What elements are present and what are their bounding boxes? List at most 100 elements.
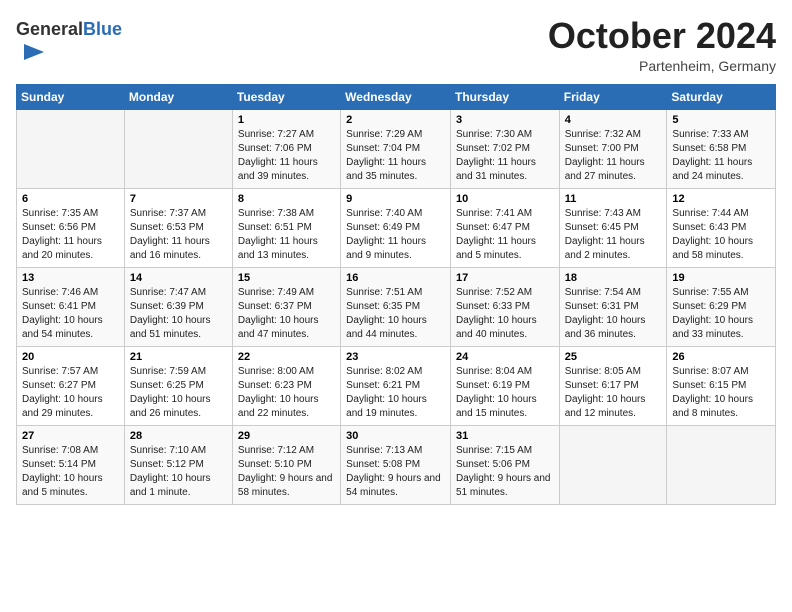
cell-day-number: 13	[22, 272, 119, 284]
cell-day-number: 5	[672, 114, 770, 126]
calendar-cell: 28 Sunrise: 7:10 AMSunset: 5:12 PMDayligh…	[124, 425, 232, 504]
cell-info: Sunrise: 7:15 AMSunset: 5:06 PMDaylight:…	[456, 444, 554, 500]
cell-info: Sunrise: 7:49 AMSunset: 6:37 PMDaylight:…	[238, 286, 335, 342]
cell-info: Sunrise: 7:37 AMSunset: 6:53 PMDaylight:…	[130, 207, 227, 263]
cell-day-number: 3	[456, 114, 554, 126]
logo-blue-text: Blue	[83, 19, 122, 39]
cell-day-number: 7	[130, 193, 227, 205]
cell-day-number: 28	[130, 430, 227, 442]
cell-info: Sunrise: 7:30 AMSunset: 7:02 PMDaylight:…	[456, 128, 554, 184]
cell-day-number: 14	[130, 272, 227, 284]
cell-info: Sunrise: 7:32 AMSunset: 7:00 PMDaylight:…	[565, 128, 662, 184]
title-block: October 2024 Partenheim, Germany	[548, 16, 776, 74]
cell-info: Sunrise: 7:54 AMSunset: 6:31 PMDaylight:…	[565, 286, 662, 342]
cell-info: Sunrise: 7:51 AMSunset: 6:35 PMDaylight:…	[346, 286, 445, 342]
cell-day-number: 9	[346, 193, 445, 205]
logo: GeneralBlue	[16, 20, 122, 73]
weekday-header: Monday	[124, 84, 232, 109]
cell-info: Sunrise: 7:33 AMSunset: 6:58 PMDaylight:…	[672, 128, 770, 184]
cell-info: Sunrise: 7:52 AMSunset: 6:33 PMDaylight:…	[456, 286, 554, 342]
cell-day-number: 20	[22, 351, 119, 363]
calendar-header-row: SundayMondayTuesdayWednesdayThursdayFrid…	[17, 84, 776, 109]
location-text: Partenheim, Germany	[548, 58, 776, 74]
cell-info: Sunrise: 7:38 AMSunset: 6:51 PMDaylight:…	[238, 207, 335, 263]
cell-info: Sunrise: 7:44 AMSunset: 6:43 PMDaylight:…	[672, 207, 770, 263]
weekday-header: Sunday	[17, 84, 125, 109]
cell-day-number: 21	[130, 351, 227, 363]
cell-info: Sunrise: 7:40 AMSunset: 6:49 PMDaylight:…	[346, 207, 445, 263]
cell-day-number: 16	[346, 272, 445, 284]
cell-day-number: 4	[565, 114, 662, 126]
calendar-cell: 30 Sunrise: 7:13 AMSunset: 5:08 PMDayligh…	[341, 425, 451, 504]
cell-day-number: 25	[565, 351, 662, 363]
cell-day-number: 2	[346, 114, 445, 126]
calendar-cell: 21 Sunrise: 7:59 AMSunset: 6:25 PMDayligh…	[124, 346, 232, 425]
calendar-cell: 1 Sunrise: 7:27 AMSunset: 7:06 PMDaylight…	[232, 109, 340, 188]
calendar-cell	[17, 109, 125, 188]
calendar-cell: 16 Sunrise: 7:51 AMSunset: 6:35 PMDayligh…	[341, 267, 451, 346]
calendar-cell: 24 Sunrise: 8:04 AMSunset: 6:19 PMDayligh…	[450, 346, 559, 425]
cell-info: Sunrise: 7:47 AMSunset: 6:39 PMDaylight:…	[130, 286, 227, 342]
cell-info: Sunrise: 8:07 AMSunset: 6:15 PMDaylight:…	[672, 365, 770, 421]
calendar-cell: 4 Sunrise: 7:32 AMSunset: 7:00 PMDaylight…	[559, 109, 667, 188]
calendar-cell: 26 Sunrise: 8:07 AMSunset: 6:15 PMDayligh…	[667, 346, 776, 425]
cell-info: Sunrise: 7:55 AMSunset: 6:29 PMDaylight:…	[672, 286, 770, 342]
calendar-cell: 22 Sunrise: 8:00 AMSunset: 6:23 PMDayligh…	[232, 346, 340, 425]
cell-day-number: 12	[672, 193, 770, 205]
calendar-cell: 19 Sunrise: 7:55 AMSunset: 6:29 PMDayligh…	[667, 267, 776, 346]
calendar-table: SundayMondayTuesdayWednesdayThursdayFrid…	[16, 84, 776, 505]
cell-info: Sunrise: 8:00 AMSunset: 6:23 PMDaylight:…	[238, 365, 335, 421]
cell-day-number: 30	[346, 430, 445, 442]
cell-day-number: 18	[565, 272, 662, 284]
calendar-cell: 18 Sunrise: 7:54 AMSunset: 6:31 PMDayligh…	[559, 267, 667, 346]
cell-day-number: 27	[22, 430, 119, 442]
calendar-cell: 12 Sunrise: 7:44 AMSunset: 6:43 PMDayligh…	[667, 188, 776, 267]
cell-info: Sunrise: 7:27 AMSunset: 7:06 PMDaylight:…	[238, 128, 335, 184]
calendar-cell	[124, 109, 232, 188]
calendar-cell: 13Sunrise: 7:46 AMSunset: 6:41 PMDayligh…	[17, 267, 125, 346]
cell-info: Sunrise: 7:57 AMSunset: 6:27 PMDaylight:…	[22, 365, 119, 421]
calendar-cell	[667, 425, 776, 504]
calendar-cell: 25Sunrise: 8:05 AMSunset: 6:17 PMDayligh…	[559, 346, 667, 425]
cell-day-number: 31	[456, 430, 554, 442]
cell-day-number: 26	[672, 351, 770, 363]
calendar-week-row: 27 Sunrise: 7:08 AMSunset: 5:14 PMDayligh…	[17, 425, 776, 504]
calendar-cell: 15 Sunrise: 7:49 AMSunset: 6:37 PMDayligh…	[232, 267, 340, 346]
calendar-week-row: 6Sunrise: 7:35 AMSunset: 6:56 PMDaylight…	[17, 188, 776, 267]
calendar-cell: 9 Sunrise: 7:40 AMSunset: 6:49 PMDaylight…	[341, 188, 451, 267]
calendar-cell: 8 Sunrise: 7:38 AMSunset: 6:51 PMDaylight…	[232, 188, 340, 267]
cell-day-number: 17	[456, 272, 554, 284]
cell-info: Sunrise: 7:43 AMSunset: 6:45 PMDaylight:…	[565, 207, 662, 263]
calendar-cell: 27 Sunrise: 7:08 AMSunset: 5:14 PMDayligh…	[17, 425, 125, 504]
cell-info: Sunrise: 7:13 AMSunset: 5:08 PMDaylight:…	[346, 444, 445, 500]
cell-day-number: 24	[456, 351, 554, 363]
weekday-header: Thursday	[450, 84, 559, 109]
header: GeneralBlue October 2024 Partenheim, Ger…	[16, 16, 776, 74]
calendar-cell: 6Sunrise: 7:35 AMSunset: 6:56 PMDaylight…	[17, 188, 125, 267]
cell-day-number: 19	[672, 272, 770, 284]
logo-icon	[20, 40, 48, 68]
cell-day-number: 1	[238, 114, 335, 126]
cell-day-number: 15	[238, 272, 335, 284]
cell-info: Sunrise: 7:35 AMSunset: 6:56 PMDaylight:…	[22, 207, 119, 263]
calendar-cell: 10Sunrise: 7:41 AMSunset: 6:47 PMDayligh…	[450, 188, 559, 267]
cell-info: Sunrise: 7:12 AMSunset: 5:10 PMDaylight:…	[238, 444, 335, 500]
cell-info: Sunrise: 7:59 AMSunset: 6:25 PMDaylight:…	[130, 365, 227, 421]
cell-info: Sunrise: 8:02 AMSunset: 6:21 PMDaylight:…	[346, 365, 445, 421]
month-title: October 2024	[548, 16, 776, 56]
calendar-cell: 17 Sunrise: 7:52 AMSunset: 6:33 PMDayligh…	[450, 267, 559, 346]
weekday-header: Saturday	[667, 84, 776, 109]
cell-info: Sunrise: 8:04 AMSunset: 6:19 PMDaylight:…	[456, 365, 554, 421]
cell-info: Sunrise: 7:10 AMSunset: 5:12 PMDaylight:…	[130, 444, 227, 500]
calendar-cell: 3 Sunrise: 7:30 AMSunset: 7:02 PMDaylight…	[450, 109, 559, 188]
cell-day-number: 8	[238, 193, 335, 205]
cell-day-number: 22	[238, 351, 335, 363]
calendar-cell	[559, 425, 667, 504]
calendar-week-row: 1 Sunrise: 7:27 AMSunset: 7:06 PMDaylight…	[17, 109, 776, 188]
cell-info: Sunrise: 7:08 AMSunset: 5:14 PMDaylight:…	[22, 444, 119, 500]
cell-day-number: 10	[456, 193, 554, 205]
cell-day-number: 23	[346, 351, 445, 363]
calendar-week-row: 13Sunrise: 7:46 AMSunset: 6:41 PMDayligh…	[17, 267, 776, 346]
calendar-week-row: 20 Sunrise: 7:57 AMSunset: 6:27 PMDayligh…	[17, 346, 776, 425]
cell-info: Sunrise: 7:29 AMSunset: 7:04 PMDaylight:…	[346, 128, 445, 184]
